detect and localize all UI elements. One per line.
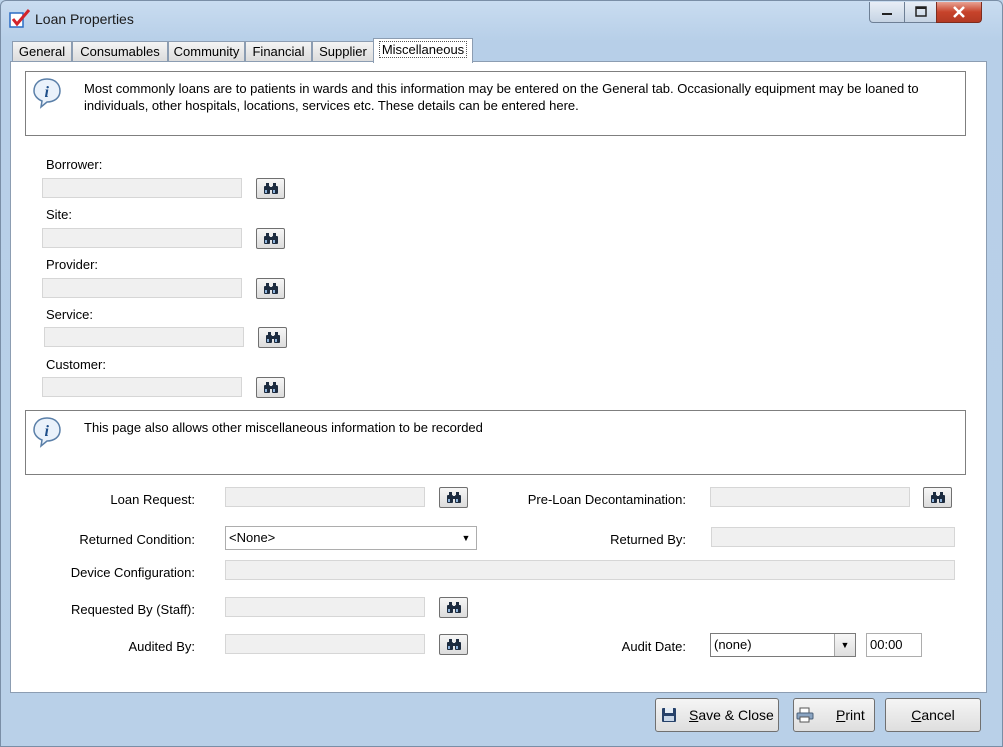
provider-lookup-button[interactable] (256, 278, 285, 299)
returned-by-label: Returned By: (610, 532, 686, 547)
tab-miscellaneous[interactable]: Miscellaneous (373, 38, 473, 63)
service-field[interactable] (44, 327, 244, 347)
requested-by-field[interactable] (225, 597, 425, 617)
tab-miscellaneous-label: Miscellaneous (378, 41, 468, 58)
returned-condition-select[interactable]: <None> ▼ (225, 526, 477, 550)
requested-by-label: Requested By (Staff): (70, 602, 195, 617)
audited-by-label: Audited By: (128, 639, 196, 654)
svg-text:i: i (45, 423, 50, 440)
audit-date-label: Audit Date: (621, 639, 686, 654)
service-lookup-button[interactable] (258, 327, 287, 348)
requested-by-lookup-button[interactable] (439, 597, 468, 618)
cancel-button[interactable]: Cancel (885, 698, 981, 732)
site-label: Site: (46, 207, 73, 222)
audit-time-value: 00:00 (870, 637, 903, 652)
maximize-icon (914, 6, 927, 17)
maximize-button[interactable] (904, 2, 937, 23)
svg-text:i: i (45, 84, 50, 101)
print-label: Print (836, 707, 865, 723)
service-label: Service: (46, 307, 93, 322)
info-text-bottom: This page also allows other miscellaneou… (84, 420, 483, 435)
device-configuration-field[interactable] (225, 560, 955, 580)
binoculars-icon (446, 492, 461, 503)
device-configuration-label: Device Configuration: (70, 565, 195, 580)
returned-condition-value: <None> (229, 530, 276, 545)
tab-general-label: General (18, 44, 66, 59)
cancel-label: Cancel (911, 707, 955, 723)
tab-content-panel: i Most commonly loans are to patients in… (10, 61, 987, 693)
info-text-top: Most commonly loans are to patients in w… (84, 81, 919, 113)
loan-request-field[interactable] (225, 487, 425, 507)
tab-financial[interactable]: Financial (245, 41, 312, 61)
borrower-lookup-button[interactable] (256, 178, 285, 199)
floppy-disk-icon (662, 708, 676, 722)
site-field[interactable] (42, 228, 242, 248)
borrower-field[interactable] (42, 178, 242, 198)
audit-date-picker[interactable]: (none) ▼ (710, 633, 856, 657)
binoculars-icon (263, 233, 278, 244)
returned-by-field[interactable] (711, 527, 955, 547)
binoculars-icon (930, 492, 945, 503)
site-lookup-button[interactable] (256, 228, 285, 249)
audited-by-lookup-button[interactable] (439, 634, 468, 655)
printer-icon (796, 707, 814, 723)
returned-condition-label: Returned Condition: (79, 532, 195, 547)
customer-field[interactable] (42, 377, 242, 397)
tab-supplier-label: Supplier (319, 44, 367, 59)
title-bar[interactable]: Loan Properties (1, 1, 1002, 35)
close-window-button[interactable] (936, 2, 982, 23)
tab-general[interactable]: General (12, 41, 72, 61)
binoculars-icon (446, 639, 461, 650)
window-title: Loan Properties (35, 11, 134, 27)
customer-label: Customer: (46, 357, 106, 372)
close-icon (953, 6, 965, 18)
print-button[interactable]: Print (793, 698, 875, 732)
tab-supplier[interactable]: Supplier (312, 41, 374, 61)
audited-by-field[interactable] (225, 634, 425, 654)
binoculars-icon (265, 332, 280, 343)
tab-community[interactable]: Community (168, 41, 245, 61)
info-icon: i (33, 417, 61, 448)
tab-community-label: Community (173, 44, 240, 59)
tab-financial-label: Financial (252, 44, 305, 59)
binoculars-icon (263, 382, 278, 393)
audit-date-value: (none) (714, 637, 752, 652)
loan-app-icon (9, 9, 31, 28)
binoculars-icon (446, 602, 461, 613)
minimize-button[interactable] (869, 2, 905, 23)
customer-lookup-button[interactable] (256, 377, 285, 398)
audit-time-field[interactable]: 00:00 (866, 633, 922, 657)
provider-label: Provider: (46, 257, 99, 272)
pre-loan-decontamination-lookup-button[interactable] (923, 487, 952, 508)
info-box-top: i Most commonly loans are to patients in… (25, 71, 966, 136)
binoculars-icon (263, 183, 278, 194)
binoculars-icon (263, 283, 278, 294)
info-box-bottom: i This page also allows other miscellane… (25, 410, 966, 475)
loan-request-label: Loan Request: (110, 492, 195, 507)
borrower-label: Borrower: (46, 157, 103, 172)
save-close-button[interactable]: Save & Close (655, 698, 779, 732)
pre-loan-decontamination-field[interactable] (710, 487, 910, 507)
provider-field[interactable] (42, 278, 242, 298)
tab-consumables[interactable]: Consumables (72, 41, 168, 61)
minimize-icon (882, 13, 892, 15)
loan-request-lookup-button[interactable] (439, 487, 468, 508)
chevron-down-icon[interactable]: ▼ (456, 527, 476, 549)
loan-properties-window: Loan Properties General Consumables Comm… (0, 0, 1003, 747)
tab-consumables-label: Consumables (80, 44, 160, 59)
pre-loan-decontamination-label: Pre-Loan Decontamination: (527, 492, 686, 507)
info-icon: i (33, 78, 61, 109)
save-close-label: Save & Close (689, 707, 774, 723)
chevron-down-icon[interactable]: ▼ (834, 634, 855, 656)
